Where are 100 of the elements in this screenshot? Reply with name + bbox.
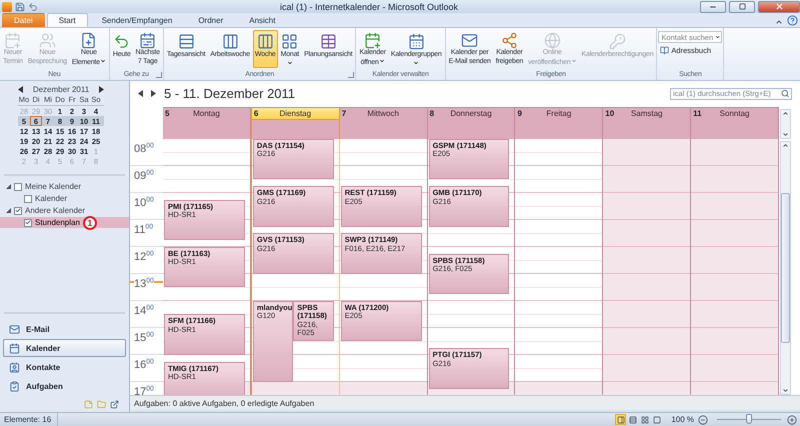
shortcut-icon[interactable] xyxy=(110,400,119,408)
date-range-title: 5 - 11. Dezember 2011 xyxy=(164,86,296,102)
day-name: Freitag xyxy=(545,108,572,118)
dialog-launcher-icon[interactable] xyxy=(156,72,162,78)
close-icon xyxy=(774,2,784,11)
hour-label: 17$^{00}$ xyxy=(134,386,154,396)
globe-icon xyxy=(544,32,561,49)
zoom-in-button[interactable] xyxy=(787,414,797,424)
list-view-icon[interactable] xyxy=(627,414,638,425)
calendar-label: Meine Kalender xyxy=(25,182,82,191)
zoom-out-button[interactable] xyxy=(698,414,708,424)
checkbox[interactable] xyxy=(14,206,22,214)
day-number: 8 xyxy=(428,108,436,118)
grid-view-icon[interactable] xyxy=(639,414,650,425)
day-header[interactable]: 10 Samstag xyxy=(603,106,692,139)
hour-label: 15$^{00}$ xyxy=(134,332,154,344)
scroll-down-icon[interactable] xyxy=(782,387,790,394)
checkbox[interactable] xyxy=(24,218,32,226)
new-document-icon xyxy=(80,32,98,49)
checkbox[interactable] xyxy=(24,194,32,202)
contact-card-icon xyxy=(9,362,20,372)
previous-week-icon[interactable] xyxy=(138,90,143,98)
next-month-icon[interactable] xyxy=(98,86,104,93)
scroll-up-icon[interactable] xyxy=(782,142,790,149)
day-number: 6 xyxy=(252,108,260,118)
return-arrow-icon xyxy=(113,33,130,50)
maximize-icon xyxy=(738,3,746,10)
hour-label: 08$^{00}$ xyxy=(134,143,154,156)
caret-icon xyxy=(714,34,720,40)
share-icon xyxy=(500,32,518,49)
day-header[interactable]: 5 Montag xyxy=(163,106,251,139)
month-label: Dezember 2011 xyxy=(32,85,90,94)
item-count: Elemente: 16 xyxy=(0,413,58,426)
save-icon[interactable] xyxy=(15,2,25,12)
hour-label: 09$^{00}$ xyxy=(134,170,154,182)
hour-label: 13$^{00}$ xyxy=(134,278,154,290)
selected-calendar-row[interactable]: Stundenplan 1 xyxy=(0,217,129,228)
day-number: 10 xyxy=(604,108,616,118)
calendar-icon xyxy=(408,33,425,50)
calendar-label: Stundenplan xyxy=(35,218,80,227)
work-week-icon xyxy=(222,33,239,50)
calendar-plus-icon xyxy=(4,32,22,49)
day-header[interactable]: 11 Sonntag xyxy=(691,106,780,139)
mail-icon xyxy=(9,324,20,334)
scrollbar[interactable] xyxy=(780,140,792,396)
navigation-button[interactable]: E-Mail xyxy=(3,320,126,338)
key-icon xyxy=(608,33,626,50)
day-number: 7 xyxy=(340,108,348,118)
calendar-mail-icon xyxy=(461,32,478,49)
scroll-down-icon[interactable] xyxy=(782,130,790,138)
next-week-icon[interactable] xyxy=(151,90,156,98)
day-view-icon xyxy=(178,33,195,50)
task-icon xyxy=(9,380,20,392)
task-summary: Aufgaben: 0 aktive Aufgaben, 0 erledigte Aufgaben xyxy=(130,395,800,410)
day-name: Mittwoch xyxy=(366,108,400,118)
close-button[interactable] xyxy=(758,0,800,12)
window-title: ical (1) - Internetkalender - Microsoft Outlook xyxy=(278,2,460,12)
hour-label: 16$^{00}$ xyxy=(134,359,154,372)
collapse-ribbon-icon[interactable] xyxy=(775,18,783,26)
day-name: Montag xyxy=(192,108,221,118)
day-header[interactable]: 7 Mittwoch xyxy=(340,106,428,139)
hour-label: 10$^{00}$ xyxy=(134,197,154,210)
undo-icon[interactable] xyxy=(28,2,38,12)
day-header[interactable]: 6 Dienstag xyxy=(250,106,340,139)
day-header[interactable]: 8 Donnerstag xyxy=(428,106,516,139)
address-book-icon xyxy=(660,46,670,55)
calendar-label: Kalender xyxy=(35,194,68,203)
schedule-view-icon xyxy=(320,33,337,50)
scrollbar[interactable] xyxy=(780,108,792,139)
calendar-plus-icon xyxy=(364,32,382,49)
scroll-up-icon[interactable] xyxy=(782,110,790,117)
navigation-button[interactable]: Kalender xyxy=(3,339,126,357)
ribbon-tab[interactable]: Ansicht xyxy=(237,13,288,27)
ribbon-tab[interactable]: Ordner xyxy=(186,13,236,27)
reading-view-icon[interactable] xyxy=(651,414,662,425)
people-icon xyxy=(38,32,56,49)
app-logo-icon[interactable] xyxy=(2,2,12,12)
help-icon[interactable] xyxy=(787,15,798,26)
maximize-button[interactable] xyxy=(729,0,755,12)
search-icon[interactable] xyxy=(780,89,789,98)
calendar-icon xyxy=(9,342,20,354)
day-number: 9 xyxy=(516,108,523,118)
day-name: Samstag xyxy=(630,108,664,118)
ribbon-tab[interactable]: Senden/Empfangen xyxy=(90,13,184,27)
day-name: Dienstag xyxy=(278,108,312,118)
navigation-button[interactable]: Aufgaben xyxy=(3,377,126,395)
ribbon-tab[interactable]: Start xyxy=(46,13,88,27)
day-header[interactable]: 9 Freitag xyxy=(515,106,604,139)
zoom-level: 100 % xyxy=(671,415,694,424)
checkbox[interactable] xyxy=(14,182,22,190)
calendar-row[interactable]: Meine Kalender xyxy=(0,181,129,192)
calendar-row[interactable]: Kalender xyxy=(0,193,129,204)
previous-month-icon[interactable] xyxy=(18,86,23,93)
normal-view-icon[interactable] xyxy=(615,414,626,425)
annotation-marker: 1 xyxy=(82,216,97,230)
navigation-button[interactable]: Kontakte xyxy=(3,358,126,376)
calendar-range-icon xyxy=(139,32,156,49)
dialog-launcher-icon[interactable] xyxy=(348,72,354,78)
zoom-slider-thumb[interactable] xyxy=(746,414,752,424)
month-view-icon xyxy=(281,33,298,50)
